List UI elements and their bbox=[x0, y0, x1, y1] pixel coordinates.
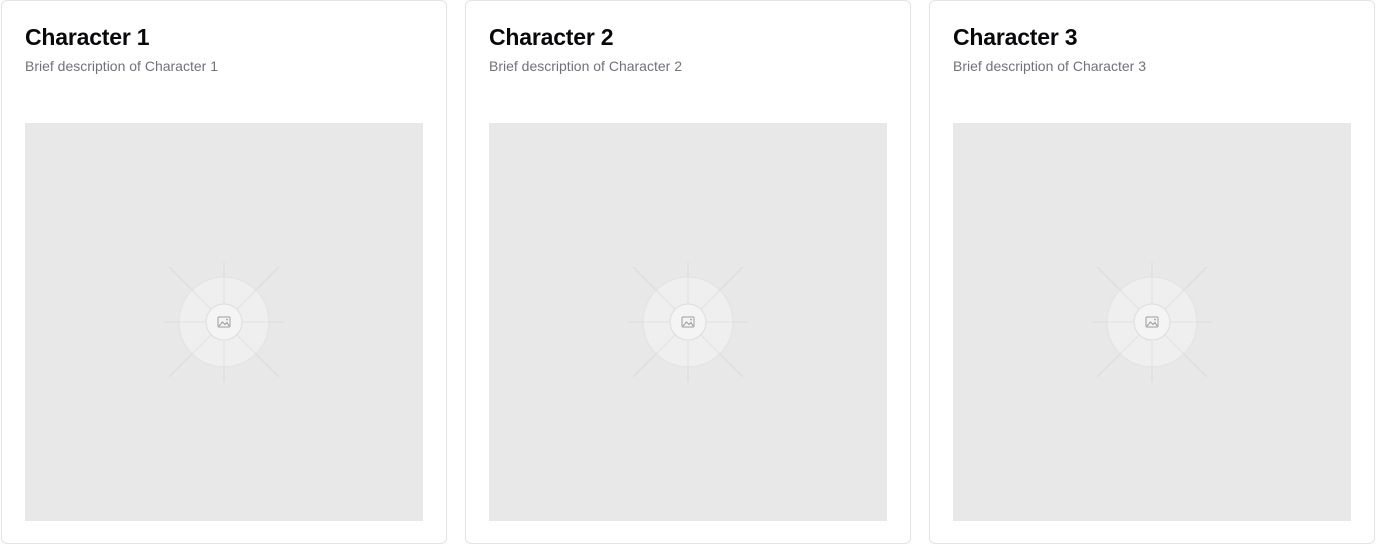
card-description: Brief description of Character 3 bbox=[953, 58, 1146, 74]
character-card: Character 1 Brief description of Charact… bbox=[1, 0, 447, 544]
character-card: Character 3 Brief description of Charact… bbox=[929, 0, 1375, 544]
card-description: Brief description of Character 1 bbox=[25, 58, 218, 74]
card-title: Character 2 bbox=[489, 24, 614, 50]
image-placeholder bbox=[953, 123, 1351, 521]
character-card-grid: Character 1 Brief description of Charact… bbox=[0, 0, 1376, 546]
image-icon bbox=[1092, 262, 1212, 382]
image-placeholder bbox=[25, 123, 423, 521]
card-description: Brief description of Character 2 bbox=[489, 58, 682, 74]
image-icon bbox=[164, 262, 284, 382]
card-title: Character 3 bbox=[953, 24, 1078, 50]
character-card: Character 2 Brief description of Charact… bbox=[465, 0, 911, 544]
image-placeholder bbox=[489, 123, 887, 521]
card-title: Character 1 bbox=[25, 24, 150, 50]
image-icon bbox=[628, 262, 748, 382]
